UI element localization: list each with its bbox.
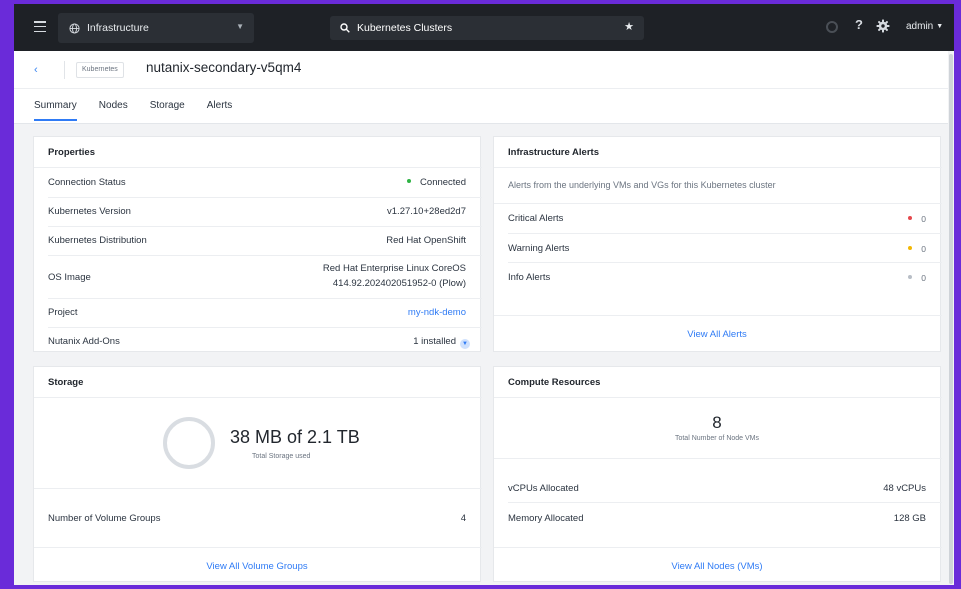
view-all-nodes-link[interactable]: View All Nodes (VMs) <box>494 561 940 572</box>
divider <box>494 397 942 398</box>
property-label: OS Image <box>48 272 91 283</box>
card-title: Properties <box>48 147 95 158</box>
app-window: Infrastructure ▼ Kubernetes Clusters ★ ? <box>14 4 954 585</box>
property-value: v1.27.10+28ed2d7 <box>387 206 466 217</box>
global-search-input[interactable]: Kubernetes Clusters ★ <box>330 16 644 40</box>
search-icon <box>340 23 350 33</box>
divider <box>34 547 482 548</box>
globe-icon <box>69 22 80 34</box>
card-title: Compute Resources <box>508 377 601 388</box>
resource-label: vCPUs Allocated <box>508 483 579 494</box>
compute-resources-card: Compute Resources 8 Total Number of Node… <box>493 366 942 582</box>
scrollbar-thumb[interactable] <box>949 54 953 584</box>
star-icon[interactable]: ★ <box>624 20 634 33</box>
top-nav-bar: Infrastructure ▼ Kubernetes Clusters ★ ? <box>14 4 954 51</box>
divider <box>48 327 482 328</box>
alert-label: Info Alerts <box>508 272 551 283</box>
divider <box>34 397 482 398</box>
property-label: Kubernetes Distribution <box>48 235 147 246</box>
help-icon[interactable]: ? <box>855 17 863 32</box>
chevron-down-icon: ▼ <box>936 23 944 30</box>
app-switcher-label: Infrastructure <box>87 22 149 34</box>
storage-usage-ring <box>163 417 215 469</box>
divider <box>508 502 942 503</box>
divider <box>508 233 942 234</box>
status-dot <box>407 179 412 183</box>
tasks-status-icon[interactable] <box>826 21 838 33</box>
node-count-value: 8 <box>712 413 722 432</box>
info-alert-count[interactable]: 0 <box>908 273 926 283</box>
property-label: Kubernetes Version <box>48 206 131 217</box>
chevron-down-icon: ▼ <box>236 22 244 31</box>
critical-alert-count[interactable]: 0 <box>908 214 926 224</box>
entity-header: ‹ Kubernetes nutanix-secondary-v5qm4 Sum… <box>14 51 954 124</box>
hamburger-menu-icon[interactable] <box>34 21 46 33</box>
addons-value[interactable]: 1 installed ▼ <box>413 336 470 349</box>
entity-type-badge: Kubernetes <box>76 62 124 78</box>
search-query-text: Kubernetes Clusters <box>357 22 453 34</box>
critical-dot <box>908 216 913 220</box>
tab-alerts[interactable]: Alerts <box>207 100 233 121</box>
property-label: Nutanix Add-Ons <box>48 336 120 347</box>
tab-storage[interactable]: Storage <box>150 100 185 121</box>
view-all-alerts-link[interactable]: View All Alerts <box>494 329 940 340</box>
view-all-volume-groups-link[interactable]: View All Volume Groups <box>34 561 480 572</box>
header-separator <box>64 61 65 79</box>
storage-card: Storage 38 MB of 2.1 TB Total Storage us… <box>33 366 482 582</box>
page-title: nutanix-secondary-v5qm4 <box>146 60 302 75</box>
property-value: Red Hat OpenShift <box>386 235 466 246</box>
property-label: Project <box>48 307 78 318</box>
node-count-caption: Total Number of Node VMs <box>674 435 760 442</box>
divider <box>48 197 482 198</box>
info-dot <box>908 275 913 279</box>
alerts-description: Alerts from the underlying VMs and VGs f… <box>508 180 776 190</box>
status-text: Connected <box>420 177 466 188</box>
project-link[interactable]: my-ndk-demo <box>408 307 466 318</box>
divider <box>494 203 942 204</box>
gear-icon[interactable] <box>876 19 890 33</box>
volume-groups-count: 4 <box>460 513 466 524</box>
vcpus-value: 48 vCPUs <box>883 483 926 494</box>
os-image-line1: Red Hat Enterprise Linux CoreOS <box>322 263 466 274</box>
alert-label: Warning Alerts <box>508 243 570 254</box>
user-menu[interactable]: admin ▼ <box>906 21 943 32</box>
connection-status-value: Connected <box>407 177 466 188</box>
memory-value: 128 GB <box>893 513 926 524</box>
os-image-line2: 414.92.202402051952-0 (Plow) <box>332 278 466 289</box>
app-switcher-dropdown[interactable]: Infrastructure ▼ <box>58 13 254 43</box>
storage-used-value: 38 MB of 2.1 TB <box>230 427 360 447</box>
divider <box>34 167 482 168</box>
alert-count: 0 <box>921 273 926 283</box>
resource-label: Memory Allocated <box>508 513 584 524</box>
divider <box>494 458 942 459</box>
card-title: Storage <box>48 377 84 388</box>
storage-caption: Total Storage used <box>252 453 311 460</box>
tab-bar: Summary Nodes Storage Alerts <box>34 100 254 121</box>
divider <box>508 262 942 263</box>
addons-count: 1 installed <box>413 336 456 347</box>
alert-count: 0 <box>921 214 926 224</box>
divider <box>494 167 942 168</box>
header-divider <box>14 88 954 89</box>
back-arrow-icon[interactable]: ‹ <box>34 64 38 76</box>
divider <box>48 226 482 227</box>
warning-alert-count[interactable]: 0 <box>908 244 926 254</box>
divider <box>34 488 482 489</box>
divider <box>494 547 942 548</box>
infrastructure-alerts-card: Infrastructure Alerts Alerts from the un… <box>493 136 942 352</box>
divider <box>48 298 482 299</box>
volume-groups-label: Number of Volume Groups <box>48 513 161 524</box>
divider <box>48 255 482 256</box>
alert-count: 0 <box>921 244 926 254</box>
divider <box>494 315 942 316</box>
alert-label: Critical Alerts <box>508 213 564 224</box>
property-label: Connection Status <box>48 177 126 188</box>
card-title: Infrastructure Alerts <box>508 147 599 158</box>
properties-card: Properties Connection Status Connected K… <box>33 136 482 352</box>
chevron-down-icon[interactable]: ▼ <box>460 339 470 349</box>
user-name: admin <box>906 21 934 32</box>
tab-summary[interactable]: Summary <box>34 100 77 121</box>
tab-nodes[interactable]: Nodes <box>99 100 128 121</box>
warning-dot <box>908 246 913 250</box>
